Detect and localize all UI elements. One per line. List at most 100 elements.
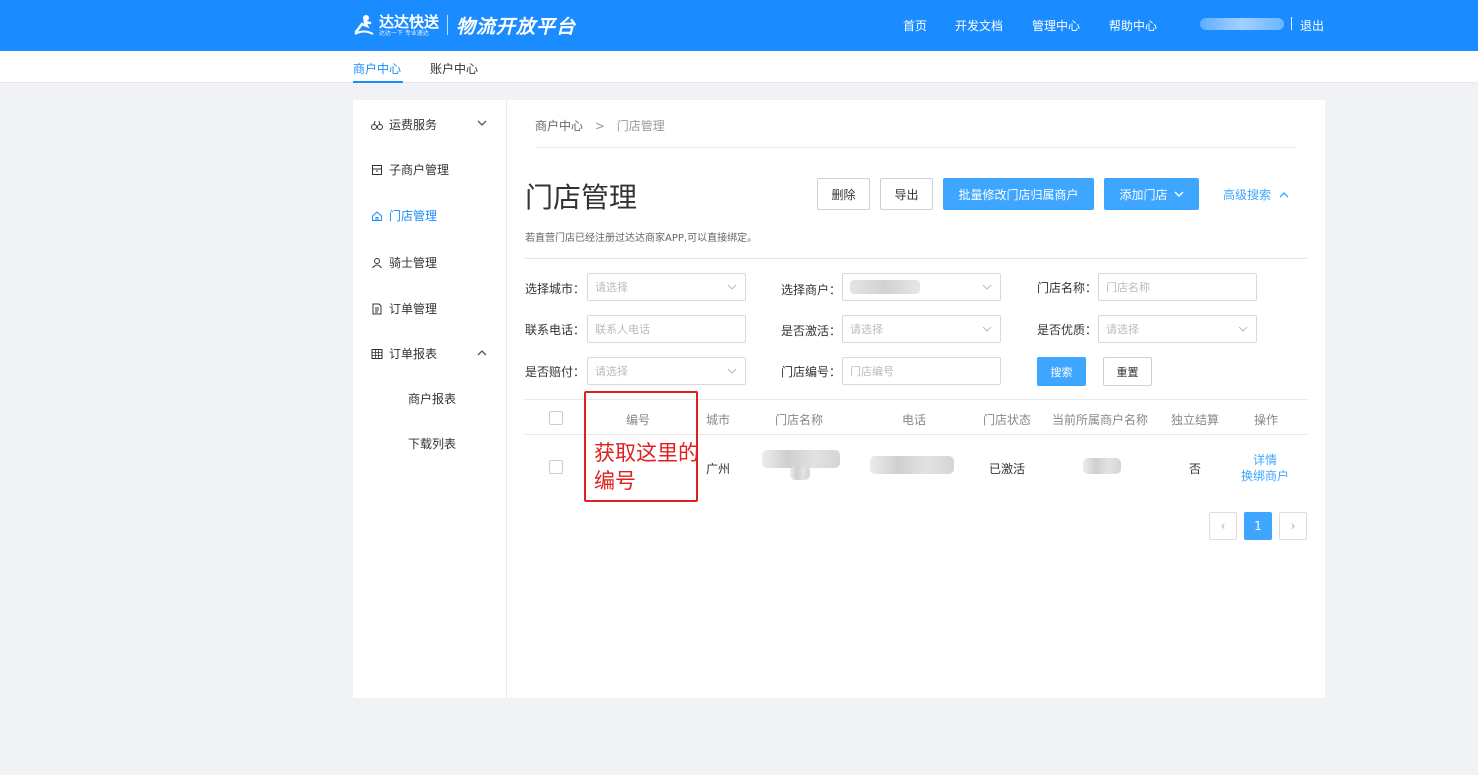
logo[interactable]: 达达快送 达达一下 专业速达 物流开放平台 [353,10,576,40]
sidebar-item-freight[interactable]: 运费服务 [371,116,437,133]
row-checkbox[interactable] [549,460,563,474]
breadcrumb-root[interactable]: 商户中心 [535,119,583,133]
breadcrumb: 商户中心 > 门店管理 [535,117,665,134]
sidebar-item-rider-management[interactable]: 骑士管理 [371,254,437,271]
sidebar-item-sub-merchant[interactable]: 子商户管理 [371,161,449,178]
chevron-down-icon [1173,191,1184,198]
sidebar-item-label: 运费服务 [389,118,438,132]
store-no-label: 门店编号： [781,365,842,379]
main-card: 运费服务 子商户管理 门店管理 骑士管理 订单管理 订单报表 商户报表 下载列表… [353,100,1325,698]
cell-merchant-name-blurred [1083,458,1121,474]
store-no-placeholder: 门店编号 [850,365,894,378]
sidebar-subitem-download-list[interactable]: 下载列表 [408,435,456,452]
logo-divider [447,15,449,35]
user-name-blurred[interactable] [1200,18,1284,30]
store-name-input[interactable]: 门店名称 [1098,273,1257,301]
chevron-down-icon [982,326,992,332]
bind-tip-text: 若直营门店已经注册过达达商家APP,可以直接绑定。 [525,233,758,244]
cell-independent-settlement: 否 [1189,462,1202,476]
tab-account-center[interactable]: 账户中心 [430,60,478,77]
column-header-store-status: 门店状态 [983,413,1032,427]
merchant-value-blurred [850,280,920,294]
store-name-label: 门店名称： [1037,281,1098,295]
phone-input[interactable]: 联系人电话 [587,315,746,343]
city-label: 选择城市： [525,282,586,296]
merchant-label: 选择商户： [781,283,842,297]
rebind-merchant-link[interactable]: 换绑商户 [1241,467,1289,484]
activated-placeholder: 请选择 [850,323,883,336]
chevron-down-icon[interactable] [477,118,487,128]
store-name-placeholder: 门店名称 [1106,281,1150,294]
divider [525,258,1307,259]
column-header-phone: 电话 [902,413,927,427]
logout-link[interactable]: 退出 [1300,17,1324,34]
activated-label: 是否激活： [781,324,842,338]
next-page-button[interactable]: › [1279,512,1307,540]
nav-home[interactable]: 首页 [903,17,927,34]
page-1-button[interactable]: 1 [1244,512,1272,540]
column-header-actions: 操作 [1254,413,1279,427]
reset-button[interactable]: 重置 [1103,357,1152,386]
sidebar-item-label: 骑士管理 [389,256,438,270]
logo-slogan: 达达一下 专业速达 [379,29,429,37]
compensate-label: 是否赔付： [525,365,586,379]
batch-change-merchant-button[interactable]: 批量修改门店归属商户 [943,178,1094,210]
add-store-button[interactable]: 添加门店 [1104,178,1199,210]
breadcrumb-separator: > [594,119,605,133]
sidebar-item-order-management[interactable]: 订单管理 [371,300,437,317]
page-title: 门店管理 [525,181,638,214]
sidebar-subitem-merchant-report[interactable]: 商户报表 [408,390,456,407]
cell-city: 广州 [706,462,731,476]
quality-select[interactable]: 请选择 [1098,315,1257,343]
sidebar-item-label: 门店管理 [389,209,438,223]
select-all-checkbox[interactable] [549,411,563,425]
sub-navbar: 商户中心 账户中心 [0,51,1478,83]
active-tab-indicator [353,81,403,83]
cell-store-name-blurred [790,466,810,480]
store-icon [372,164,382,175]
logo-name: 达达快送 [379,12,440,31]
delete-button[interactable]: 删除 [817,178,870,210]
nav-help[interactable]: 帮助中心 [1109,17,1157,34]
divider [535,147,1297,148]
quality-placeholder: 请选择 [1106,323,1139,336]
prev-page-button[interactable]: ‹ [1209,512,1237,540]
advanced-search-label: 高级搜索 [1223,188,1272,202]
activated-select[interactable]: 请选择 [842,315,1001,343]
platform-name: 物流开放平台 [456,15,577,38]
column-header-city: 城市 [706,413,731,427]
phone-label: 联系电话： [525,323,586,337]
sidebar-item-order-report[interactable]: 订单报表 [371,345,437,362]
chevron-down-icon [1238,326,1248,332]
chevron-up-icon [1279,191,1289,197]
chevron-down-icon [727,368,737,374]
freight-icon [371,120,383,130]
breadcrumb-current: 门店管理 [616,119,665,133]
sidebar-item-store-management[interactable]: 门店管理 [371,207,437,224]
sidebar-item-label: 订单管理 [389,302,438,316]
chevron-up-icon[interactable] [477,348,487,358]
column-header-merchant-name: 当前所属商户名称 [1052,413,1149,427]
city-select[interactable]: 请选择 [587,273,746,301]
nav-docs[interactable]: 开发文档 [955,17,1003,34]
city-select-placeholder: 请选择 [595,281,628,294]
sidebar-item-label: 子商户管理 [389,163,450,177]
merchant-select[interactable] [842,273,1001,301]
chevron-down-icon [982,284,992,290]
table-icon [371,348,383,359]
store-no-input[interactable]: 门店编号 [842,357,1001,385]
annotation-text: 获取这里的编号 [594,441,699,493]
compensate-select[interactable]: 请选择 [587,357,746,385]
tab-merchant-center[interactable]: 商户中心 [353,60,401,77]
column-header-store-name: 门店名称 [775,413,824,427]
cell-store-status: 已激活 [989,462,1026,476]
sidebar: 运费服务 子商户管理 门店管理 骑士管理 订单管理 订单报表 商户报表 下载列表 [353,100,507,698]
compensate-placeholder: 请选择 [595,365,628,378]
search-button[interactable]: 搜索 [1037,357,1086,386]
quality-label: 是否优质： [1037,323,1098,337]
advanced-search-toggle[interactable]: 高级搜索 [1223,186,1289,203]
sidebar-item-label: 订单报表 [389,347,438,361]
export-button[interactable]: 导出 [880,178,933,210]
details-link[interactable]: 详情 [1253,451,1277,468]
nav-management[interactable]: 管理中心 [1032,17,1080,34]
